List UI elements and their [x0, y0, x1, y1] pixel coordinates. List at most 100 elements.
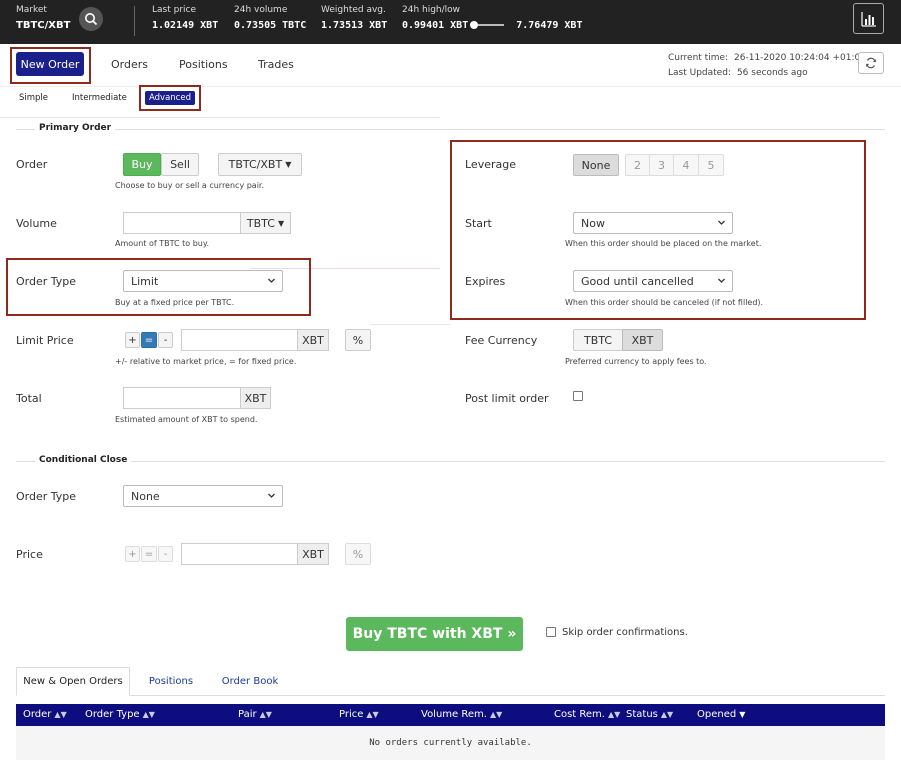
- stat-24h-volume: 24h volume 0.73505 TBTC: [234, 5, 306, 31]
- nav-positions[interactable]: Positions: [179, 58, 228, 71]
- refresh-icon: [866, 57, 876, 69]
- total-label: Total: [16, 392, 42, 405]
- limit-minus-button[interactable]: -: [158, 332, 173, 348]
- start-select[interactable]: Now: [573, 212, 733, 234]
- leverage-none[interactable]: None: [573, 154, 619, 176]
- sort-icon: ▲▼: [366, 710, 379, 719]
- render-artifact: [370, 324, 450, 325]
- volume-input[interactable]: [123, 212, 241, 234]
- tab-order-book[interactable]: Order Book: [213, 667, 287, 696]
- conditional-equals-button[interactable]: =: [141, 546, 157, 562]
- col-opened[interactable]: Opened ▼: [697, 709, 745, 720]
- column-label: Status: [626, 709, 658, 720]
- leverage-4[interactable]: 4: [673, 154, 699, 176]
- refresh-button[interactable]: [858, 52, 884, 74]
- limit-percent-button[interactable]: %: [345, 329, 371, 351]
- new-order-button[interactable]: New Order: [16, 52, 84, 76]
- stat-value: 0.99401 XBT 7.76479 XBT: [402, 20, 582, 31]
- leverage-5[interactable]: 5: [698, 154, 724, 176]
- sort-icon: ▲▼: [489, 710, 503, 719]
- col-order[interactable]: Order ▲▼: [23, 709, 67, 720]
- stat-value: 1.73513 XBT: [321, 20, 388, 31]
- sort-icon: ▲▼: [607, 710, 621, 719]
- col-pair[interactable]: Pair ▲▼: [238, 709, 272, 720]
- col-cost-rem[interactable]: Cost Rem. ▲▼: [554, 709, 620, 720]
- primary-order-title: Primary Order: [35, 123, 116, 133]
- tab-new-open-orders[interactable]: New & Open Orders: [16, 667, 130, 696]
- conditional-order-type-select[interactable]: None: [123, 485, 283, 507]
- start-label: Start: [465, 217, 492, 230]
- bar-chart-icon: [861, 12, 876, 27]
- leverage-2[interactable]: 2: [625, 154, 650, 176]
- primary-order-divider: [16, 129, 885, 130]
- last-updated-value: 56 seconds ago: [736, 68, 808, 78]
- fee-xbt-button[interactable]: XBT: [622, 329, 663, 351]
- nav-orders[interactable]: Orders: [111, 58, 148, 71]
- stat-24h-high-low: 24h high/low 0.99401 XBT 7.76479 XBT: [402, 5, 582, 31]
- conditional-order-type-value: None: [131, 489, 160, 503]
- stat-last-price: Last price 1.02149 XBT: [152, 5, 218, 31]
- conditional-plus-button[interactable]: +: [125, 546, 140, 562]
- limit-plus-button[interactable]: +: [125, 332, 140, 348]
- stat-value: 1.02149 XBT: [152, 20, 219, 31]
- fee-currency-help: Preferred currency to apply fees to.: [565, 357, 707, 366]
- col-volume-rem[interactable]: Volume Rem. ▲▼: [421, 709, 502, 720]
- post-limit-checkbox[interactable]: [573, 391, 583, 401]
- leverage-3[interactable]: 3: [649, 154, 674, 176]
- high-value: 7.76479 XBT: [516, 20, 583, 31]
- current-time-value: 26-11-2020 10:24:04 +01:00: [734, 53, 866, 63]
- order-type-select[interactable]: Limit: [123, 270, 283, 292]
- expires-value: Good until cancelled: [581, 274, 694, 288]
- sell-button[interactable]: Sell: [161, 153, 199, 176]
- column-label: Order Type: [85, 709, 140, 720]
- fee-tbtc-button[interactable]: TBTC: [573, 329, 623, 351]
- caret-down-icon: ▼: [285, 160, 292, 169]
- conditional-percent-button[interactable]: %: [345, 543, 371, 565]
- search-button[interactable]: [79, 7, 103, 31]
- column-label: Opened: [697, 709, 737, 720]
- skip-confirmation-checkbox[interactable]: [546, 627, 556, 637]
- stat-weighted-avg: Weighted avg. 1.73513 XBT: [321, 5, 387, 31]
- volume-unit-dropdown[interactable]: TBTC ▼: [240, 212, 291, 234]
- mode-intermediate[interactable]: Intermediate: [72, 93, 127, 103]
- caret-down-icon: ▼: [277, 218, 285, 228]
- buy-button[interactable]: Buy: [123, 153, 161, 176]
- conditional-minus-button[interactable]: -: [158, 546, 173, 562]
- conditional-price-label: Price: [16, 548, 43, 561]
- expires-label: Expires: [465, 275, 506, 288]
- nav-divider: [0, 86, 901, 87]
- col-status[interactable]: Status ▲▼: [626, 709, 673, 720]
- current-time-label: Current time:: [668, 53, 729, 63]
- col-price[interactable]: Price ▲▼: [339, 709, 379, 720]
- total-help: Estimated amount of XBT to spend.: [115, 415, 258, 424]
- column-label: Volume Rem.: [421, 709, 487, 720]
- mode-simple[interactable]: Simple: [19, 93, 48, 103]
- market-header: Market TBTC/XBT Last price 1.02149 XBT 2…: [0, 0, 901, 44]
- stat-label: Last price: [152, 5, 197, 15]
- limit-equals-button[interactable]: =: [141, 332, 157, 348]
- start-help: When this order should be placed on the …: [565, 239, 762, 248]
- market-selector[interactable]: Market TBTC/XBT: [16, 5, 70, 31]
- mode-advanced[interactable]: Advanced: [145, 91, 195, 105]
- limit-price-input[interactable]: [181, 329, 298, 351]
- conditional-close-divider: [16, 461, 885, 462]
- stat-label: Weighted avg.: [321, 5, 386, 15]
- chevron-down-icon: [268, 493, 275, 498]
- post-limit-label: Post limit order: [465, 392, 549, 405]
- tab-positions[interactable]: Positions: [139, 667, 203, 696]
- submit-buy-button[interactable]: Buy TBTC with XBT »: [346, 617, 523, 651]
- order-side-label: Order: [16, 158, 48, 171]
- chart-button[interactable]: [853, 3, 884, 34]
- search-icon: [85, 13, 98, 26]
- total-input[interactable]: [123, 387, 241, 409]
- pair-dropdown[interactable]: TBTC/XBT ▼: [218, 153, 302, 176]
- stat-label: 24h volume: [234, 5, 288, 15]
- col-order-type[interactable]: Order Type ▲▼: [85, 709, 155, 720]
- header-divider: [134, 6, 135, 36]
- order-type-value: Limit: [131, 274, 159, 288]
- expires-select[interactable]: Good until cancelled: [573, 270, 733, 292]
- low-value: 0.99401 XBT: [402, 20, 469, 31]
- nav-trades[interactable]: Trades: [258, 58, 294, 71]
- conditional-price-input[interactable]: [181, 543, 298, 565]
- stat-label: 24h high/low: [402, 5, 461, 15]
